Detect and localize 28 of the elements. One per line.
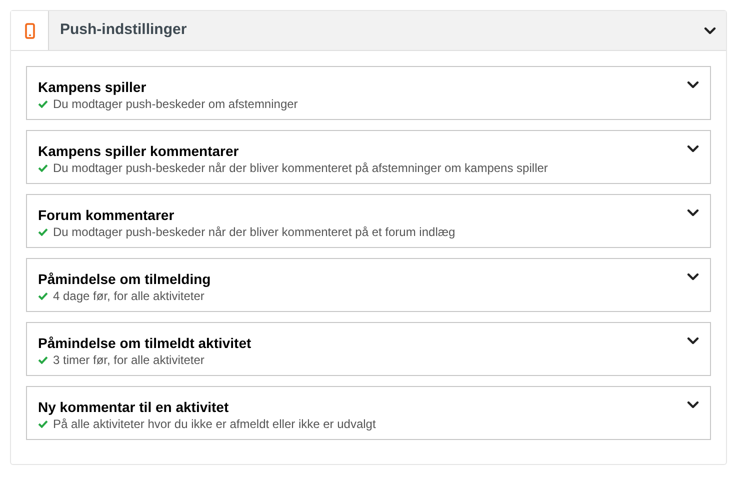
setting-status: Du modtager push-beskeder om afstemninger	[53, 96, 298, 112]
chevron-down-icon	[704, 26, 716, 34]
chevron-down-icon	[687, 337, 699, 345]
setting-status: 3 timer før, for alle aktiviteter	[53, 352, 204, 368]
setting-title: Forum kommentarer	[38, 206, 176, 224]
phone-icon	[24, 22, 34, 38]
chevron-down-icon	[687, 209, 699, 217]
panel-title: Push-indstillinger	[60, 20, 188, 40]
setting-row[interactable]: Kampens spiller kommentarer Du modtager push-beskeder når der bliver kommenteret på afstemninger om kampens spiller	[26, 130, 711, 184]
setting-status: 4 dage før, for alle aktiviteter	[53, 288, 204, 304]
chevron-down-icon	[687, 145, 699, 153]
setting-title: Påmindelse om tilmelding	[38, 270, 212, 288]
setting-row[interactable]: Påmindelse om tilmelding 4 dage før, for alle aktiviteter	[26, 258, 711, 312]
setting-title: Påmindelse om tilmeldt aktivitet	[38, 334, 252, 352]
setting-status: På alle aktiviteter hvor du ikke er afmeldt eller ikke er udvalgt	[53, 416, 376, 432]
setting-row[interactable]: Forum kommentarer Du modtager push-beskeder når der bliver kommenteret på et forum indlæg	[26, 194, 711, 248]
setting-row[interactable]: Ny kommentar til en aktivitet På alle aktiviteter hvor du ikke er afmeldt eller ikke er udvalgt	[26, 386, 711, 440]
panel-header[interactable]: Push-indstillinger	[11, 11, 726, 51]
chevron-down-icon	[687, 401, 699, 409]
chevron-down-icon	[687, 273, 699, 281]
setting-title: Kampens spiller	[38, 78, 148, 96]
setting-status: Du modtager push-beskeder når der bliver kommenteret på afstemninger om kampens spiller	[53, 160, 548, 176]
chevron-down-icon	[687, 81, 699, 89]
setting-status: Du modtager push-beskeder når der bliver kommenteret på et forum indlæg	[53, 224, 456, 240]
setting-title: Ny kommentar til en aktivitet	[38, 398, 230, 416]
setting-title: Kampens spiller kommentarer	[38, 142, 240, 160]
setting-row[interactable]: Kampens spiller Du modtager push-beskeder om afstemninger	[26, 66, 711, 120]
setting-row[interactable]: Påmindelse om tilmeldt aktivitet 3 timer før, for alle aktiviteter	[26, 322, 711, 376]
